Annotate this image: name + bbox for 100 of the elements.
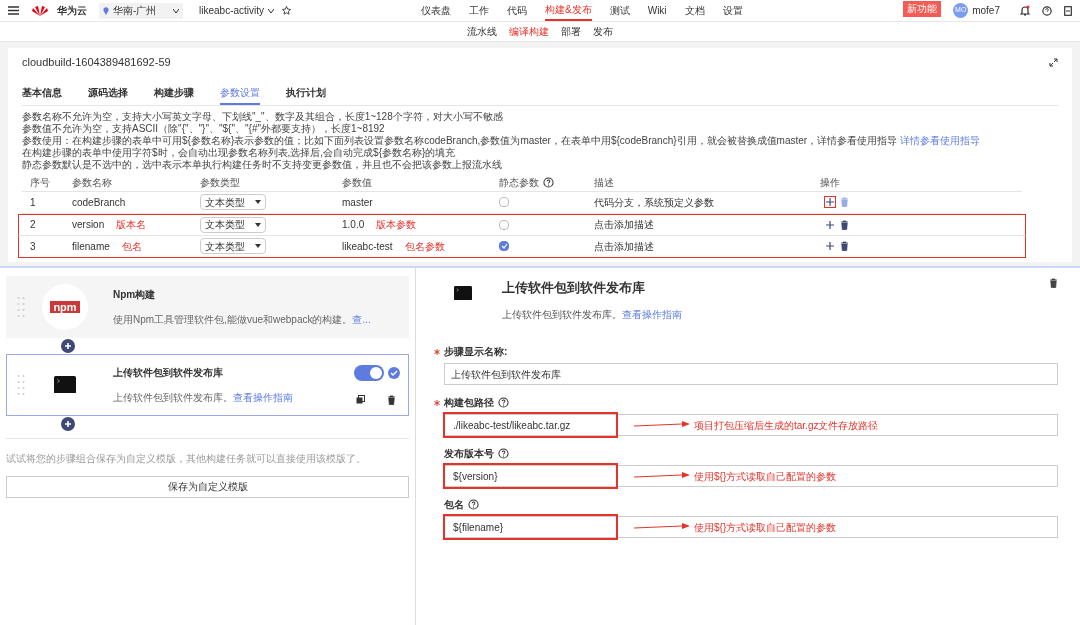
table-cell-text: codeBranch (72, 195, 126, 210)
location-pin-icon (103, 6, 109, 15)
add-step-icon[interactable] (61, 416, 75, 431)
add-button[interactable] (824, 240, 836, 252)
step-description: 使用Npm工具管理软件包,能做vue和webpack的构建。查... (113, 312, 372, 327)
npm-logo: npm (42, 283, 88, 330)
annotation-text: 版本参数 (376, 218, 417, 232)
help-icon[interactable] (543, 177, 554, 188)
table-cell-text: 1.0.0 (342, 218, 365, 232)
user-name[interactable]: mofe7 (972, 3, 1000, 18)
tab[interactable]: 基本信息 (22, 84, 62, 105)
add-step-icon[interactable] (61, 338, 75, 353)
menu-icon[interactable] (8, 6, 19, 15)
guide-link[interactable]: 查看操作指南 (233, 391, 293, 403)
table-cell-text: 点击添加描述 (594, 239, 655, 254)
required-icon (434, 399, 440, 406)
step-title: 上传软件包到软件发布库 (113, 365, 224, 380)
document-icon[interactable] (1064, 5, 1072, 16)
terminal-icon (454, 285, 472, 300)
guide-link[interactable]: 查... (352, 313, 371, 325)
tab[interactable]: 源码选择 (88, 84, 128, 105)
static-checkbox[interactable] (499, 219, 509, 230)
caret-icon (268, 8, 275, 13)
static-checkbox[interactable] (499, 241, 509, 251)
step-description: 上传软件包到软件发布库。查看操作指南 (113, 390, 294, 405)
region-select[interactable]: 华南-广州 (99, 2, 183, 19)
help-icon[interactable] (498, 397, 509, 408)
tab[interactable]: 执行计划 (286, 84, 326, 105)
tab[interactable]: 参数设置 (220, 84, 260, 105)
table-cell-text: 2 (29, 218, 37, 232)
save-template-button[interactable]: 保存为自定义模版 (6, 475, 409, 498)
nav-tab[interactable]: 设置 (722, 0, 743, 21)
subnav-tab[interactable]: 发布 (593, 24, 613, 39)
column-header: 参数类型 (200, 176, 241, 190)
type-select[interactable]: 文本类型 (200, 216, 266, 233)
note-text: 参数使用：在构建步骤的表单中可用${参数名称}表示参数的值；比如下面列表设置参数名称codeBranch,参数值为master，在表单中用${codeBranch}引用，就会被替换成值master，详情参看使用指导 详情参看使用指导 (22, 134, 981, 146)
subnav-tab[interactable]: 部署 (561, 24, 581, 39)
text-field[interactable]: 上传软件包到软件发布库 (444, 363, 1058, 385)
star-icon[interactable] (282, 6, 292, 15)
build-title: cloudbuild-1604389481692-59 (22, 55, 171, 70)
delete-icon[interactable] (840, 219, 849, 230)
help-icon[interactable] (498, 448, 509, 459)
static-checkbox[interactable] (499, 197, 509, 207)
annotation-arrow (634, 472, 690, 480)
table-cell-text: 代码分支，系统预定义参数 (594, 195, 715, 210)
field-label: 步骤显示名称: (444, 345, 508, 359)
delete-icon[interactable] (1049, 277, 1058, 288)
add-button[interactable] (824, 196, 836, 208)
nav-tab[interactable]: 文档 (684, 0, 705, 21)
annotation-text: 项目打包压缩后生成的tar.gz文件存放路径 (694, 418, 879, 433)
tab[interactable]: 构建步骤 (154, 84, 194, 105)
field-label: 包名 (444, 498, 464, 512)
help-icon[interactable] (468, 499, 479, 510)
help-icon[interactable] (1042, 5, 1052, 16)
type-select[interactable]: 文本类型 (200, 238, 266, 254)
nav-tab[interactable]: 工作 (469, 0, 490, 21)
annotation-arrow (634, 421, 690, 429)
delete-icon[interactable] (387, 394, 396, 405)
annotation-text: 版本名 (116, 218, 147, 232)
delete-icon[interactable] (840, 241, 849, 251)
copy-icon[interactable] (356, 394, 365, 404)
expand-icon[interactable] (1049, 57, 1058, 67)
annotation-text: 使用${}方式读取自己配置的参数 (694, 520, 837, 535)
table-cell-text: 1 (29, 195, 37, 210)
nav-tab[interactable]: 测试 (609, 0, 630, 21)
add-button[interactable] (824, 218, 836, 231)
drag-handle-icon[interactable] (17, 373, 25, 396)
field-label: 发布版本号 (444, 447, 494, 461)
field-label: 构建包路径 (444, 396, 494, 410)
guide-link[interactable]: 详情参看使用指导 (899, 134, 980, 146)
caret-icon (255, 244, 261, 248)
step-toggle[interactable] (354, 364, 384, 381)
subnav-tab[interactable]: 编译构建 (509, 24, 549, 39)
subnav-tab[interactable]: 流水线 (467, 24, 497, 39)
caret-icon (255, 200, 261, 204)
type-select[interactable]: 文本类型 (200, 194, 266, 210)
table-cell-text: filename (72, 239, 110, 254)
nav-tab[interactable]: Wiki (647, 0, 667, 21)
nav-tab[interactable]: 仪表盘 (421, 0, 452, 21)
note-text: 在构建步骤的表单中使用字符$时，会自动出现参数名称列表,选择后,会自动完成${参数名称}的填充 (22, 146, 456, 159)
brand-name: 华为云 (57, 4, 87, 18)
project-select[interactable]: likeabc-activity (199, 3, 275, 18)
step-card[interactable]: 上传软件包到软件发布库 上传软件包到软件发布库。查看操作指南 (6, 353, 409, 416)
table-cell-text: 点击添加描述 (594, 218, 655, 232)
column-header: 描述 (594, 176, 615, 190)
nav-tab[interactable]: 代码 (507, 0, 528, 21)
drag-handle-icon[interactable] (17, 295, 25, 318)
logo-icon[interactable] (31, 4, 49, 17)
annotation-arrow (634, 523, 690, 531)
guide-link[interactable]: 查看操作指南 (622, 309, 682, 320)
note-text: 静态参数默认是不选中的，选中表示本单执行构建任务时不支持变更参数值，并且也不会把该参数上报流水线 (22, 158, 503, 171)
detail-title: 上传软件包到软件发布库 (502, 278, 646, 297)
caret-icon (173, 8, 179, 13)
required-icon (434, 348, 440, 355)
annotation-text: 包名 (121, 239, 142, 254)
bell-icon[interactable] (1020, 5, 1030, 16)
check-icon (388, 366, 400, 379)
column-header: 序号 (29, 176, 51, 190)
annotation-text: 使用${}方式读取自己配置的参数 (694, 469, 837, 484)
step-card[interactable]: npm Npm构建 使用Npm工具管理软件包,能做vue和webpack的构建。查... (6, 275, 409, 338)
